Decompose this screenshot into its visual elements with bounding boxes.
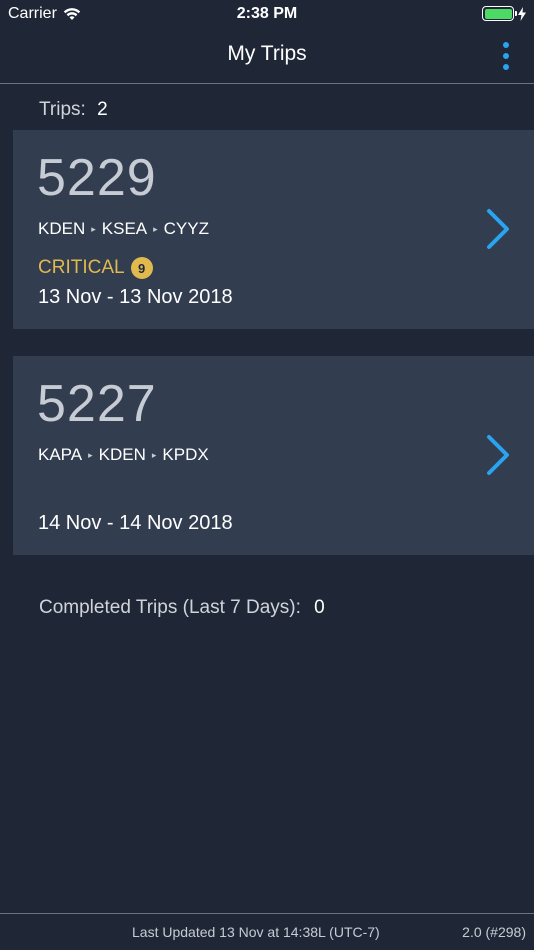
completed-trips-label: Completed Trips (Last 7 Days): <box>39 597 301 618</box>
route-arrow-icon: ▸ <box>153 223 158 234</box>
more-options-button[interactable] <box>494 40 518 72</box>
page-title: My Trips <box>227 42 307 65</box>
chevron-right-icon[interactable] <box>485 434 511 476</box>
route-arrow-icon: ▸ <box>91 223 96 234</box>
charging-bolt-icon <box>518 6 526 21</box>
trips-count-value: 2 <box>97 99 108 120</box>
battery-icon <box>482 6 517 21</box>
version-text: 2.0 (#298) <box>462 924 526 940</box>
trips-count-label: Trips: <box>39 99 86 120</box>
navigation-bar: My Trips <box>0 28 534 84</box>
trip-card[interactable]: 5229 KDEN ▸ KSEA ▸ CYYZ CRITICAL 9 13 No… <box>13 130 534 329</box>
footer: Last Updated 13 Nov at 14:38L (UTC-7) 2.… <box>0 913 534 950</box>
status-time: 2:38 PM <box>236 5 298 22</box>
status-bar: Carrier 2:38 PM <box>0 0 534 28</box>
route-airport: KDEN <box>98 445 146 464</box>
trips-count: Trips: 2 <box>39 99 108 121</box>
trip-route: KAPA ▸ KDEN ▸ KPDX <box>38 445 209 465</box>
battery-indicator <box>482 6 526 21</box>
route-arrow-icon: ▸ <box>88 449 93 460</box>
more-dot <box>503 64 509 70</box>
route-arrow-icon: ▸ <box>151 449 157 460</box>
trip-card[interactable]: 5227 KAPA ▸ KDEN ▸ KPDX 14 Nov - 14 Nov … <box>13 356 534 555</box>
critical-label: CRITICAL <box>38 257 125 278</box>
chevron-right-icon[interactable] <box>485 208 511 250</box>
more-vertical-icon <box>503 42 509 48</box>
route-airport: KAPA <box>38 445 83 464</box>
trip-route: KDEN ▸ KSEA ▸ CYYZ <box>38 219 209 239</box>
route-airport: CYYZ <box>163 219 209 238</box>
completed-trips-count: 0 <box>314 597 325 618</box>
trip-dates: 14 Nov - 14 Nov 2018 <box>38 512 233 534</box>
trip-number: 5227 <box>37 375 157 433</box>
critical-status: CRITICAL 9 <box>38 257 153 279</box>
route-airport: KSEA <box>101 219 148 238</box>
last-updated-text: Last Updated 13 Nov at 14:38L (UTC-7) <box>132 924 380 940</box>
route-airport: KDEN <box>38 219 86 238</box>
more-dot <box>503 53 509 59</box>
trip-number: 5229 <box>37 149 157 207</box>
route-airport: KPDX <box>162 445 209 464</box>
completed-trips: Completed Trips (Last 7 Days): 0 <box>39 597 325 619</box>
critical-count-badge: 9 <box>130 257 153 279</box>
trip-dates: 13 Nov - 13 Nov 2018 <box>38 286 233 308</box>
